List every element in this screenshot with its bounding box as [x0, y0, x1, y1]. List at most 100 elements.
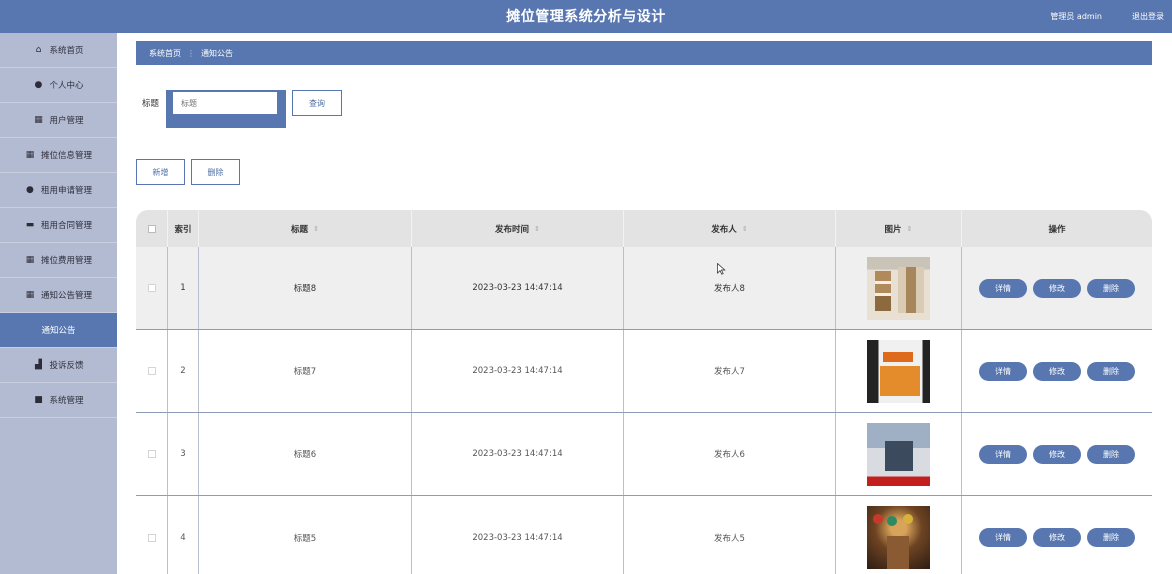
mouse-cursor-icon — [717, 263, 726, 275]
grid-icon: ▦ — [34, 115, 43, 125]
column-publisher[interactable]: 发布人 ⇕ — [624, 210, 836, 247]
user-info: 管理员 admin — [1050, 12, 1102, 21]
table-row: 3 标题6 2023-03-23 14:47:14 发布人6 详情 修改 删除 — [136, 413, 1152, 496]
delete-button[interactable]: 删除 — [1087, 361, 1135, 381]
edit-button[interactable]: 修改 — [1033, 528, 1081, 547]
select-all-cell — [136, 210, 168, 247]
sidebar-item-profile[interactable]: ● 个人中心 — [0, 68, 117, 103]
detail-button[interactable]: 详情 — [979, 361, 1027, 381]
row-time: 2023-03-23 14:47:14 — [412, 496, 624, 574]
delete-button[interactable]: 删除 — [1087, 444, 1135, 464]
home-icon: ⌂ — [35, 45, 42, 55]
app-title: 摊位管理系统分析与设计 — [506, 9, 666, 25]
sidebar-item-system[interactable]: ■ 系统管理 — [0, 383, 117, 418]
row-image[interactable] — [867, 339, 930, 403]
row-index: 1 — [168, 247, 199, 329]
sidebar-item-label: 通知公告管理 — [40, 291, 92, 301]
breadcrumb: 系统首页 ⋮ 通知公告 — [136, 41, 1152, 65]
sidebar-item-notice[interactable]: 通知公告 — [0, 313, 117, 348]
delete-button[interactable]: 删除 — [1087, 528, 1135, 547]
row-index: 3 — [168, 413, 199, 495]
detail-button[interactable]: 详情 — [979, 528, 1027, 547]
sidebar-item-rental-apply[interactable]: ● 租用申请管理 — [0, 173, 117, 208]
search-input[interactable] — [173, 92, 277, 114]
table-row: 2 标题7 2023-03-23 14:47:14 发布人7 详情 修改 删除 — [136, 330, 1152, 413]
table-header: 索引 标题 ⇕ 发布时间 ⇕ 发布人 ⇕ 图片 ⇕ 操作 — [136, 210, 1152, 247]
sidebar-item-label: 摊位信息管理 — [40, 151, 92, 161]
sidebar-item-stall-info[interactable]: ▦ 摊位信息管理 — [0, 138, 117, 173]
row-checkbox[interactable] — [147, 450, 156, 458]
edit-button[interactable]: 修改 — [1033, 278, 1081, 298]
row-checkbox[interactable] — [147, 284, 156, 292]
breadcrumb-separator: ⋮ — [187, 48, 195, 58]
grid-icon: ▦ — [25, 290, 35, 300]
column-index: 索引 — [168, 210, 199, 247]
top-bar: 摊位管理系统分析与设计 管理员 admin 退出登录 — [0, 0, 1172, 33]
add-button[interactable]: 新增 — [136, 159, 185, 185]
row-publisher: 发布人7 — [624, 330, 836, 412]
sidebar-item-fees[interactable]: ▦ 摊位费用管理 — [0, 243, 117, 278]
data-table: 索引 标题 ⇕ 发布时间 ⇕ 发布人 ⇕ 图片 ⇕ 操作 1 标题8 2023-03-2… — [136, 210, 1152, 574]
row-image[interactable] — [867, 256, 930, 320]
row-title: 标题6 — [199, 413, 412, 495]
row-time: 2023-03-23 14:47:14 — [412, 247, 624, 329]
sidebar-item-notice-manage[interactable]: ▦ 通知公告管理 — [0, 278, 117, 313]
row-title: 标题8 — [199, 247, 412, 329]
sidebar-item-label: 投诉反馈 — [49, 361, 84, 371]
sidebar-item-label: 系统管理 — [49, 396, 84, 406]
sort-icon[interactable]: ⇕ — [534, 225, 540, 233]
sort-icon[interactable]: ⇕ — [907, 225, 913, 233]
sidebar-item-contract[interactable]: ▬ 租用合同管理 — [0, 208, 117, 243]
sidebar-item-label: 用户管理 — [49, 116, 84, 126]
sidebar: ⌂ 系统首页 ● 个人中心 ▦ 用户管理 ▦ 摊位信息管理 ● 租用申请管理 ▬ 租用合同管… — [0, 33, 117, 574]
grid-icon: ▦ — [25, 255, 35, 265]
row-title: 标题7 — [199, 330, 412, 412]
main-content: 系统首页 ⋮ 通知公告 标题 查询 新增 删除 索引 标题⇕ 发布时间⇕ 发布人… — [117, 33, 1172, 574]
edit-button[interactable]: 修改 — [1033, 444, 1081, 464]
column-actions: 操作 — [1048, 224, 1066, 235]
sidebar-item-label: 系统首页 — [49, 46, 84, 56]
row-index: 2 — [168, 330, 199, 412]
row-index: 4 — [168, 496, 199, 574]
row-time: 2023-03-23 14:47:14 — [412, 330, 624, 412]
sidebar-item-label: 通知公告 — [41, 326, 76, 336]
row-checkbox[interactable] — [147, 367, 156, 375]
column-time[interactable]: 发布时间 ⇕ — [412, 210, 624, 247]
breadcrumb-current: 通知公告 — [201, 48, 233, 58]
row-publisher: 发布人8 — [624, 247, 836, 329]
sidebar-item-users[interactable]: ▦ 用户管理 — [0, 103, 117, 138]
table-row: 1 标题8 2023-03-23 14:47:14 发布人8 详情 修改 删除 — [136, 247, 1152, 330]
row-image[interactable] — [867, 506, 930, 569]
person-icon: ● — [26, 185, 34, 195]
sidebar-item-label: 租用申请管理 — [40, 186, 92, 196]
table-row: 4 标题5 2023-03-23 14:47:14 发布人5 详情 修改 删除 — [136, 496, 1152, 574]
person-icon: ● — [34, 80, 43, 90]
search-button[interactable]: 查询 — [292, 90, 342, 116]
detail-button[interactable]: 详情 — [979, 444, 1027, 464]
row-image[interactable] — [867, 422, 930, 486]
sidebar-item-label: 摊位费用管理 — [40, 256, 92, 266]
row-publisher: 发布人5 — [624, 496, 836, 574]
sort-icon[interactable]: ⇕ — [742, 225, 748, 233]
search-field-wrapper — [166, 90, 286, 128]
sidebar-item-label: 个人中心 — [49, 81, 84, 91]
detail-button[interactable]: 详情 — [979, 278, 1027, 298]
row-publisher: 发布人6 — [624, 413, 836, 495]
sidebar-item-feedback[interactable]: ▟ 投诉反馈 — [0, 348, 117, 383]
breadcrumb-home[interactable]: 系统首页 — [149, 48, 181, 59]
row-time: 2023-03-23 14:47:14 — [412, 413, 624, 495]
column-title[interactable]: 标题 ⇕ — [199, 210, 412, 247]
edit-button[interactable]: 修改 — [1033, 361, 1081, 381]
search-label: 标题 — [142, 99, 160, 109]
grid-icon: ▦ — [25, 150, 35, 160]
sidebar-item-home[interactable]: ⌂ 系统首页 — [0, 33, 117, 68]
card-icon: ▬ — [25, 220, 35, 230]
row-checkbox[interactable] — [147, 533, 156, 542]
batch-delete-button[interactable]: 删除 — [191, 159, 240, 185]
row-title: 标题5 — [199, 496, 412, 574]
logout-link[interactable]: 退出登录 — [1132, 11, 1164, 22]
sort-icon[interactable]: ⇕ — [313, 225, 319, 233]
delete-button[interactable]: 删除 — [1087, 278, 1135, 298]
column-image[interactable]: 图片 ⇕ — [836, 210, 962, 247]
select-all-checkbox[interactable] — [147, 224, 156, 233]
